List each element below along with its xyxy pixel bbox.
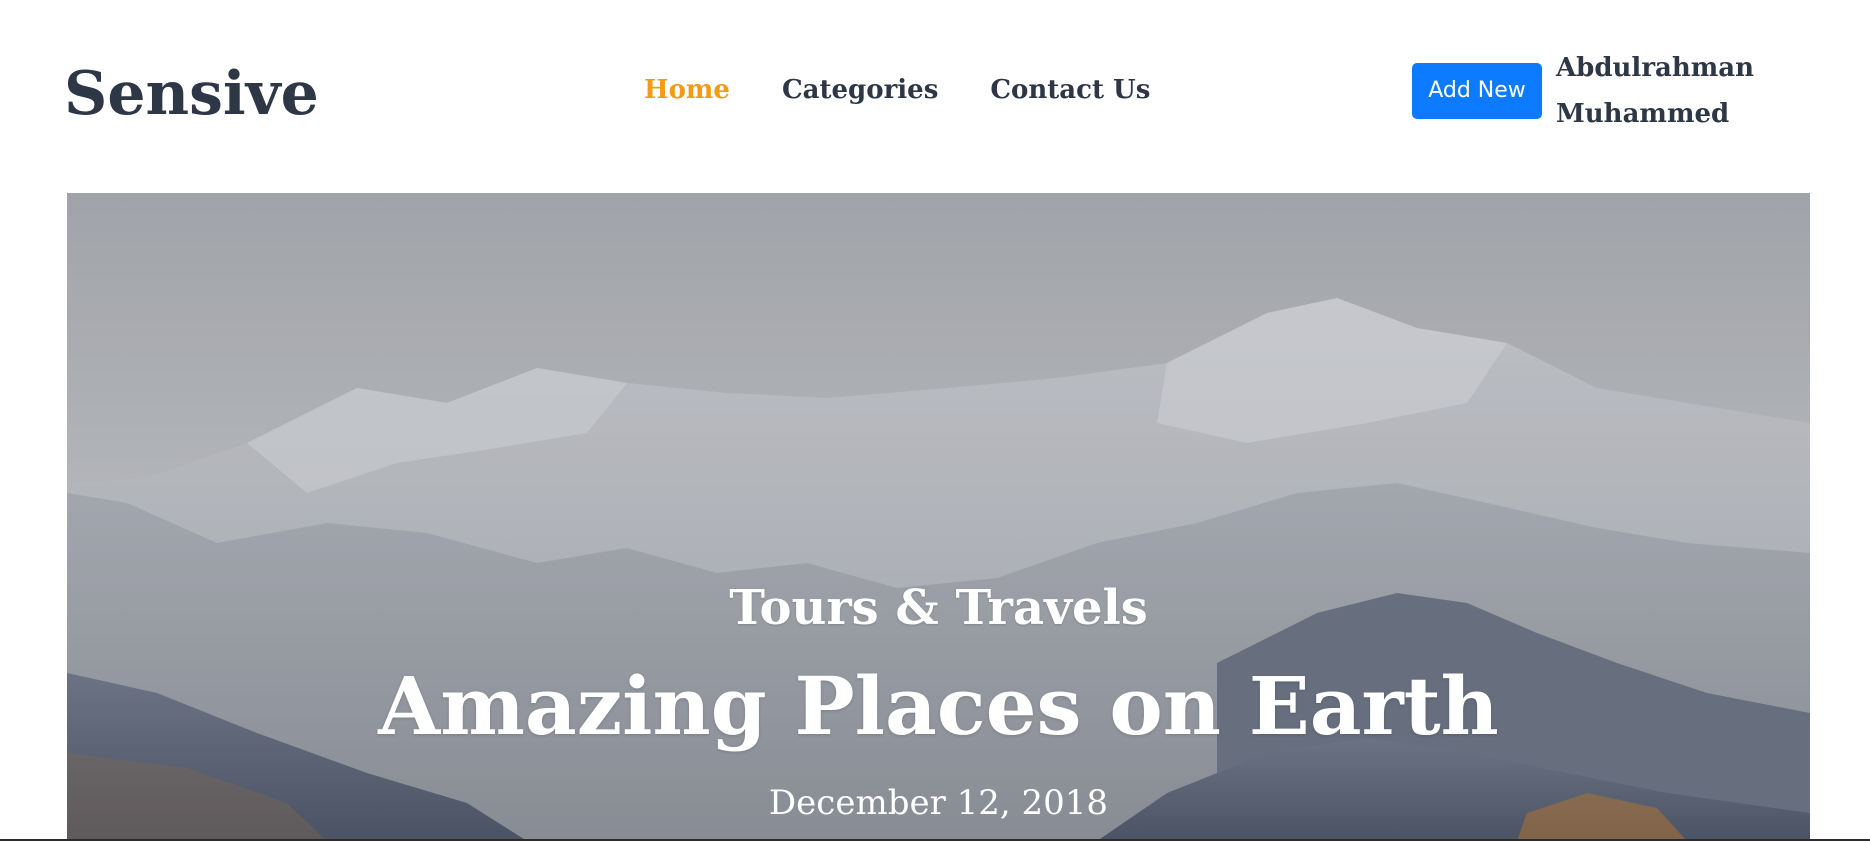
site-logo[interactable]: Sensive [64,56,319,132]
user-name[interactable]: Abdulrahman Muhammed [1556,45,1816,137]
nav-contact-us-link[interactable]: Contact Us [990,75,1150,105]
hero-banner[interactable]: Tours & Travels Amazing Places on Earth … [67,193,1810,841]
hero-category[interactable]: Tours & Travels [67,578,1810,638]
hero-date: December 12, 2018 [768,783,1109,823]
site-header: Sensive Home Categories Contact Us Add N… [0,0,1870,193]
user-last-name: Muhammed [1556,99,1730,129]
add-new-button[interactable]: Add New [1412,63,1542,119]
hero-title[interactable]: Amazing Places on Earth [67,656,1810,756]
nav-categories-link[interactable]: Categories [782,75,938,105]
main-nav: Home Categories Contact Us [644,70,1202,110]
user-first-name: Abdulrahman [1556,53,1755,83]
nav-home-link[interactable]: Home [644,75,730,105]
